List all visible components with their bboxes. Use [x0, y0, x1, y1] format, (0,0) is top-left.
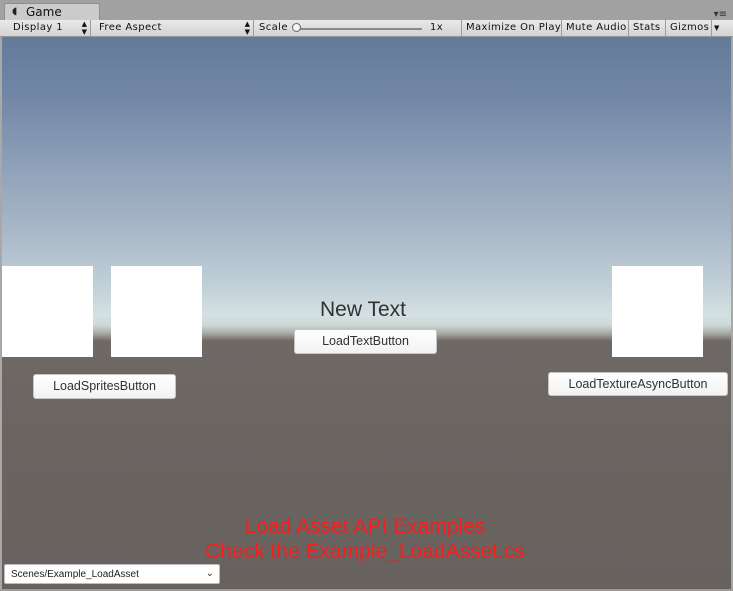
display-dropdown[interactable]: Display 1 ▲ ▼	[8, 20, 91, 36]
scale-slider-track[interactable]	[298, 28, 422, 30]
stats-label: Stats	[633, 22, 661, 33]
gizmos-dropdown[interactable]: ▼	[712, 20, 724, 36]
sprite-image-1	[2, 266, 93, 357]
gizmos-button[interactable]: Gizmos	[666, 20, 712, 36]
new-text-label: New Text	[320, 298, 406, 321]
game-view: New Text LoadTextButton LoadSpritesButto…	[2, 37, 731, 589]
maximize-label: Maximize On Play	[466, 22, 562, 33]
updown-arrows-icon: ▲ ▼	[81, 20, 87, 36]
texture-image	[612, 266, 703, 357]
load-texture-async-button[interactable]: LoadTextureAsyncButton	[548, 372, 728, 396]
scene-dropdown[interactable]: Scenes/Example_LoadAsset ⌄	[4, 564, 220, 584]
scene-dropdown-value: Scenes/Example_LoadAsset	[11, 569, 139, 580]
aspect-label: Free Aspect	[99, 22, 162, 33]
gizmos-label: Gizmos	[670, 22, 710, 33]
load-sprites-button[interactable]: LoadSpritesButton	[33, 374, 176, 399]
maximize-on-play-toggle[interactable]: Maximize On Play	[462, 20, 562, 36]
game-window: ◖ Game ▾≡ Display 1 ▲ ▼ Free Aspect ▲ ▼ Sc…	[0, 0, 733, 591]
pacman-icon: ◖	[12, 6, 18, 17]
sprite-image-2	[111, 266, 202, 357]
updown-arrows-icon: ▲ ▼	[244, 20, 250, 36]
scale-label: Scale	[259, 22, 288, 33]
aspect-dropdown[interactable]: Free Aspect ▲ ▼	[94, 20, 254, 36]
tab-game[interactable]: ◖ Game	[4, 3, 100, 20]
tab-label: Game	[26, 5, 62, 19]
panel-menu-icon[interactable]: ▾≡	[714, 9, 727, 20]
chevron-down-icon: ⌄	[205, 568, 214, 579]
info-subtitle: Check the Example_LoadAsset.cs	[205, 540, 525, 563]
mute-audio-toggle[interactable]: Mute Audio	[562, 20, 629, 36]
load-text-button[interactable]: LoadTextButton	[294, 329, 437, 354]
mute-label: Mute Audio	[566, 22, 627, 33]
dropdown-arrow-icon: ▼	[714, 24, 720, 32]
game-toolbar: Display 1 ▲ ▼ Free Aspect ▲ ▼ Scale 1x Max…	[0, 20, 733, 37]
tab-bar: ◖ Game ▾≡	[0, 0, 733, 21]
scale-value: 1x	[430, 22, 444, 33]
stats-toggle[interactable]: Stats	[629, 20, 666, 36]
scale-slider-thumb[interactable]	[292, 23, 301, 32]
display-label: Display 1	[13, 22, 64, 33]
info-title: Load Asset API Examples	[244, 515, 486, 538]
